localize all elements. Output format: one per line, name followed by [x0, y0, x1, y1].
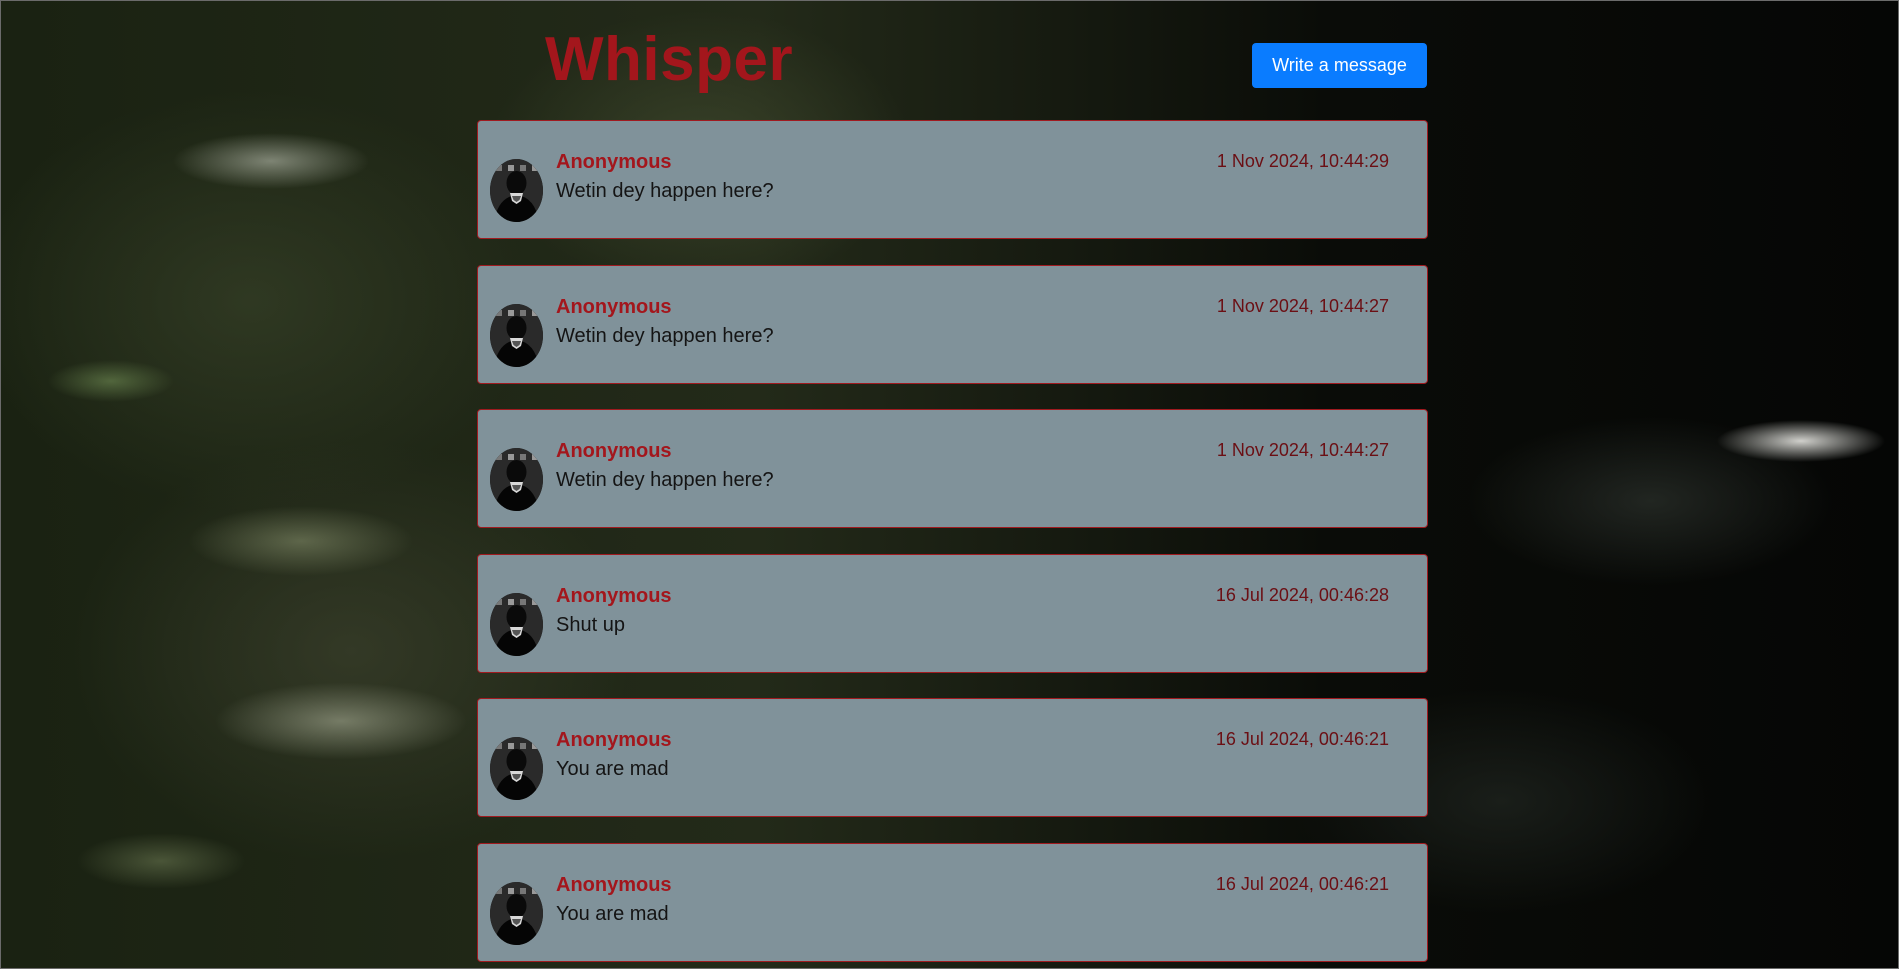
message-text: Shut up	[556, 613, 625, 636]
message-author: Anonymous	[556, 729, 672, 752]
message-timestamp: 1 Nov 2024, 10:44:27	[1216, 440, 1389, 461]
message-card[interactable]: Anonymous 1 Nov 2024, 10:44:27 Wetin dey…	[477, 409, 1428, 529]
message-card[interactable]: Anonymous 16 Jul 2024, 00:46:21 You are …	[477, 698, 1428, 818]
message-card[interactable]: Anonymous 16 Jul 2024, 00:46:21 You are …	[477, 842, 1428, 962]
message-text: Wetin dey happen here?	[556, 469, 774, 492]
message-card[interactable]: Anonymous 16 Jul 2024, 00:46:28 Shut up	[477, 553, 1428, 673]
message-text: Wetin dey happen here?	[556, 180, 774, 202]
message-text: You are mad	[556, 758, 669, 781]
avatar	[490, 303, 543, 367]
message-card[interactable]: Anonymous 1 Nov 2024, 10:44:29 Wetin dey…	[477, 120, 1428, 239]
avatar	[490, 159, 543, 222]
message-timestamp: 1 Nov 2024, 10:44:29	[1216, 151, 1389, 171]
message-author: Anonymous	[556, 295, 672, 318]
message-author: Anonymous	[556, 584, 672, 607]
message-author: Anonymous	[556, 873, 672, 896]
message-feed: Anonymous 1 Nov 2024, 10:44:29 Wetin dey…	[477, 120, 1428, 969]
avatar	[490, 881, 543, 945]
message-timestamp: 16 Jul 2024, 00:46:21	[1215, 873, 1389, 894]
message-timestamp: 16 Jul 2024, 00:46:28	[1215, 584, 1389, 605]
message-timestamp: 1 Nov 2024, 10:44:27	[1216, 295, 1389, 316]
message-card[interactable]: Anonymous 1 Nov 2024, 10:44:27 Wetin dey…	[477, 264, 1428, 384]
message-author: Anonymous	[556, 440, 672, 463]
avatar	[490, 592, 543, 656]
app-title: Whisper	[545, 25, 794, 94]
message-author: Anonymous	[556, 151, 672, 173]
message-text: You are mad	[556, 902, 669, 925]
message-text: Wetin dey happen here?	[556, 324, 774, 347]
avatar	[490, 737, 543, 801]
avatar	[490, 448, 543, 512]
message-timestamp: 16 Jul 2024, 00:46:21	[1215, 729, 1389, 750]
write-message-button[interactable]: Write a message	[1252, 43, 1427, 88]
